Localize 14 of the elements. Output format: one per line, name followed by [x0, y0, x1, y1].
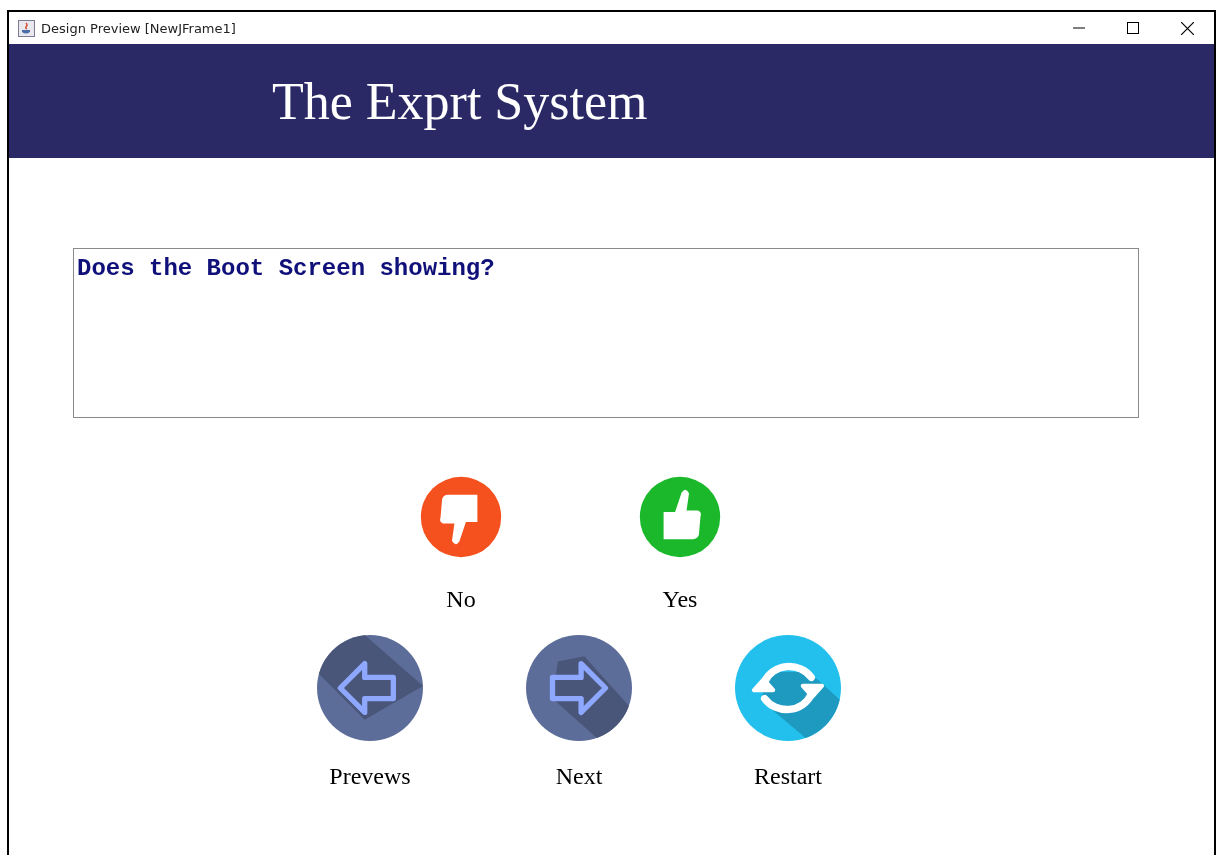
yes-button[interactable]: Yes: [605, 476, 755, 613]
close-icon: [1180, 21, 1194, 35]
cup-icon: [18, 19, 35, 37]
app-title: The Exprt System: [272, 71, 648, 131]
thumbs-up-icon: [638, 476, 722, 558]
no-button[interactable]: No: [386, 476, 536, 613]
previous-button[interactable]: Prevews: [290, 635, 450, 790]
question-field[interactable]: Does the Boot Screen showing?: [73, 248, 1139, 418]
thumbs-down-icon: [419, 476, 503, 558]
window-title: Design Preview [NewJFrame1]: [41, 20, 236, 36]
refresh-icon: [735, 635, 841, 741]
maximize-icon: [1127, 22, 1139, 34]
restart-button[interactable]: Restart: [708, 635, 868, 790]
next-button[interactable]: Next: [499, 635, 659, 790]
